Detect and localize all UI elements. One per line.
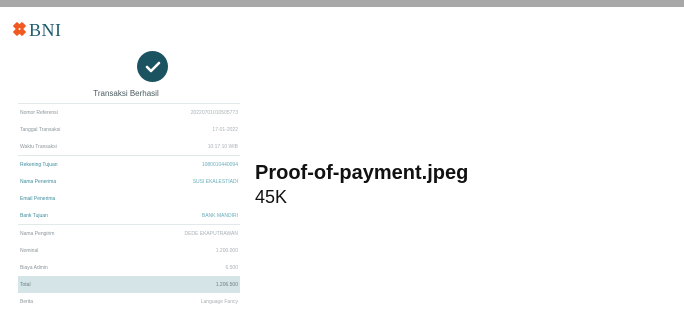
file-name[interactable]: Proof-of-payment.jpeg [255,162,468,185]
receipt-row-label: Nama Pengirim [20,230,55,237]
receipt-group-amount: Nama Pengirim DEDE EKAPUTRAWAN Nominal 1.20… [18,224,240,310]
check-circle-icon [137,51,168,82]
receipt-row: Berita Language Fancy [18,293,240,310]
receipt-row: Waktu Transaksi 10:17:10 WIB [18,138,240,155]
receipt-details: Nomor Referensi 20220701010505773 Tanggal … [18,103,240,310]
receipt-row-value: 1.206.500 [215,281,238,288]
receipt-group-recipient: Rekening Tujuan 1080010440094 Nama Penerim… [18,155,240,224]
top-bar [0,0,684,7]
transaction-status-title: Transaksi Berhasil [93,89,159,98]
receipt-row-label: Nominal [20,247,39,254]
receipt-row-value: 17-01-2022 [212,126,238,133]
receipt-row-value: 1080010440094 [201,161,238,168]
receipt-row-label: Nomor Referensi [20,109,58,116]
receipt-row-label: Tanggal Transaksi [20,126,61,133]
receipt-row: Biaya Admin 6.500 [18,259,240,276]
receipt-row-value: 1.200.000 [215,247,238,254]
receipt-group-meta: Nomor Referensi 20220701010505773 Tanggal … [18,103,240,155]
receipt-row: Email Penerima [18,190,240,207]
receipt-thumbnail[interactable]: BNI Transaksi Berhasil Nomor Referensi 20… [10,12,242,332]
receipt-row-label: Nama Penerima [20,178,57,185]
receipt-row: Nama Penerima SUSI EKALESTIADI [18,173,240,190]
receipt-row-value: BANK MANDIRI [201,212,238,219]
receipt-row-value: 6.500 [225,264,238,271]
receipt-row: Rekening Tujuan 1080010440094 [18,156,240,173]
receipt-row-value: 20220701010505773 [190,109,238,116]
receipt-row-label: Email Penerima [20,195,56,202]
receipt-row-value: Language Fancy [200,298,238,305]
receipt-row-label: Waktu Transaksi [20,143,57,150]
receipt-row-value: DEDE EKAPUTRAWAN [184,230,238,237]
receipt-row-label: Total [20,281,31,288]
file-size: 45K [255,187,288,207]
receipt-row-value: 10:17:10 WIB [207,143,238,150]
bni-logo-text: BNI [29,19,62,40]
receipt-row-label: Biaya Admin [20,264,48,271]
receipt-row-value: SUSI EKALESTIADI [192,178,238,185]
receipt-row: Nama Pengirim DEDE EKAPUTRAWAN [18,225,240,242]
receipt-row: Total 1.206.500 [18,276,240,293]
receipt-row: Nominal 1.200.000 [18,242,240,259]
receipt-row-label: Berita [20,298,34,305]
receipt-row: Bank Tujuan BANK MANDIRI [18,207,240,224]
receipt-row: Nomor Referensi 20220701010505773 [18,104,240,121]
receipt-row: Tanggal Transaksi 17-01-2022 [18,121,240,138]
receipt-row-label: Bank Tujuan [20,212,48,219]
bni-logo-icon [12,21,27,37]
receipt-row-label: Rekening Tujuan [20,161,58,168]
bni-logo: BNI [12,19,62,40]
